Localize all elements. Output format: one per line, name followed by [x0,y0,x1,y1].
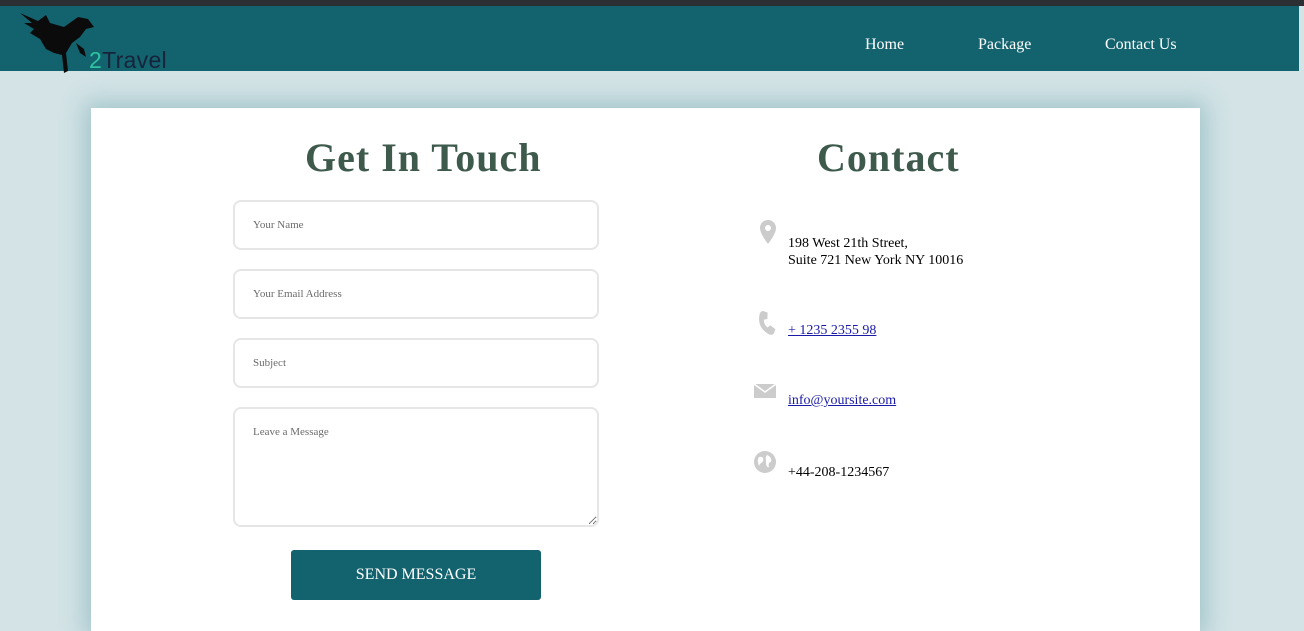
subject-input[interactable] [233,338,599,388]
navbar: 2Travel Home Package Contact Us [0,6,1299,73]
email-link[interactable]: info@yoursite.com [788,393,896,408]
send-message-button[interactable]: SEND MESSAGE [291,550,541,600]
contact-title: Contact [817,135,960,180]
form-title: Get In Touch [305,135,542,180]
globe-icon [754,451,776,473]
email-text: info@yoursite.com [788,392,896,409]
phone-text: + 1235 2355 98 [788,322,876,339]
website-text: +44-208-1234567 [788,465,890,480]
address-text: 198 West 21th Street, Suite 721 New York… [788,235,963,269]
email-input[interactable] [233,269,599,319]
page-gutter [1299,6,1304,631]
address-line2: Suite 721 New York NY 10016 [788,253,964,268]
nav-contact-us-link[interactable]: Contact Us [1105,36,1177,54]
message-textarea[interactable] [233,407,599,527]
brand-wordmark: 2Travel [89,47,167,73]
nav-home-link[interactable]: Home [865,36,904,54]
name-input[interactable] [233,200,599,250]
map-pin-icon [760,220,776,244]
address-line1: 198 West 21th Street, [788,236,908,251]
envelope-icon [753,383,777,398]
brand-logo[interactable]: 2Travel [16,9,186,75]
phone-icon [759,311,776,335]
nav-package-link[interactable]: Package [978,36,1031,54]
phone-link[interactable]: + 1235 2355 98 [788,323,876,338]
